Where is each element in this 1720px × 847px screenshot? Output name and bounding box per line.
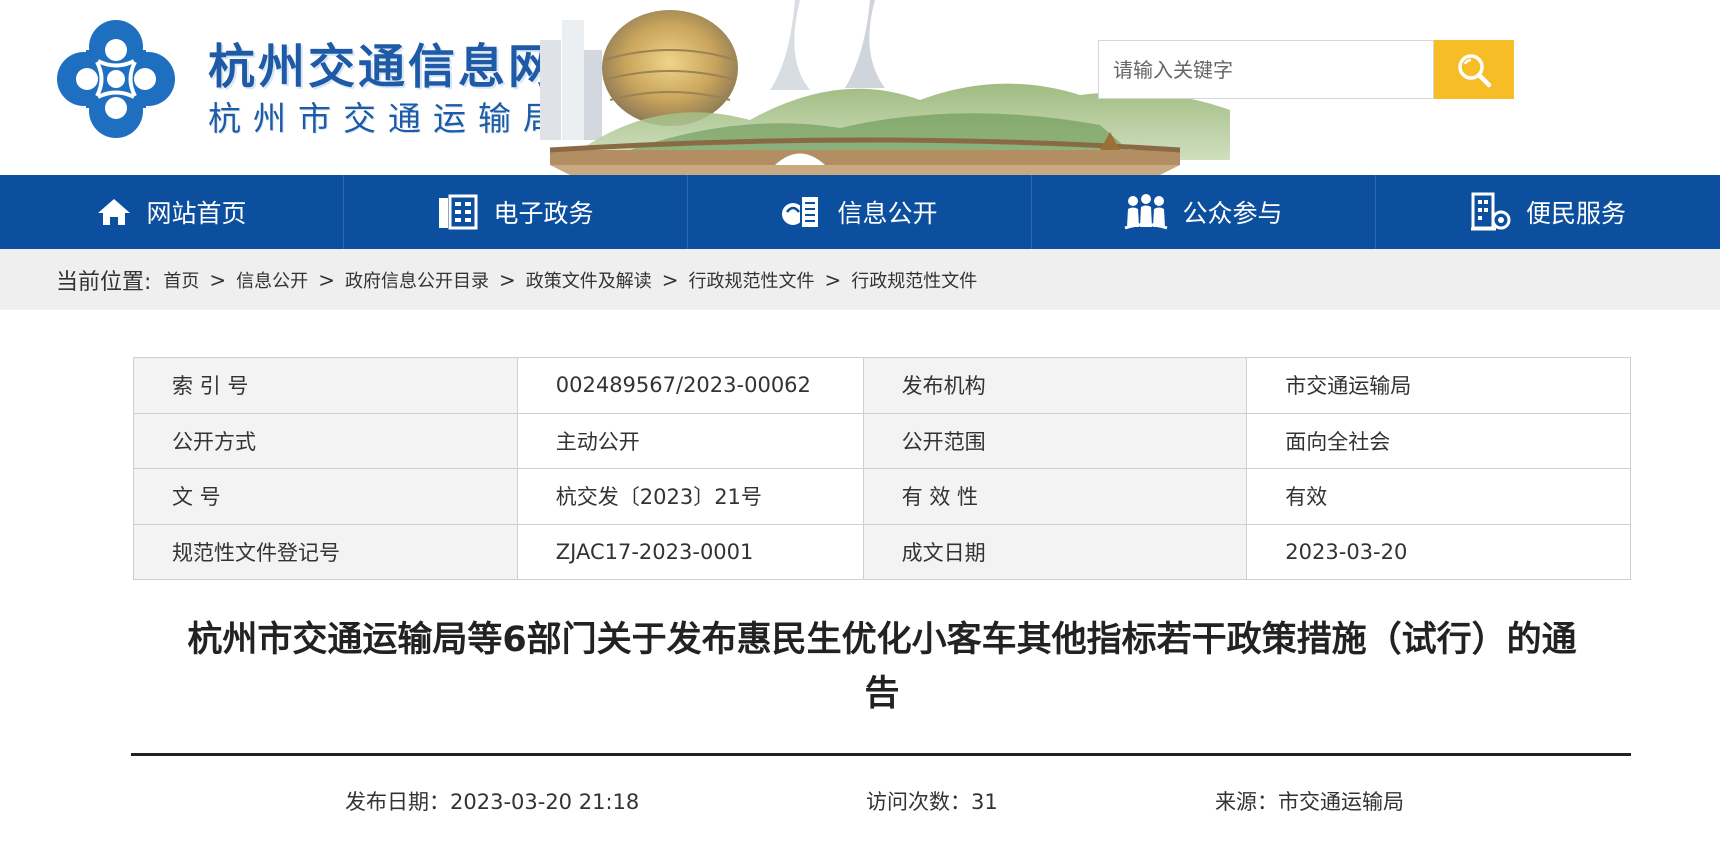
building-icon [439,194,478,230]
breadcrumb-link-policy-documents[interactable]: 政策文件及解读 [526,267,652,293]
meta-value-document-number: 杭交发〔2023〕21号 [516,468,864,525]
service-icon [1470,192,1511,231]
table-row: 文 号 杭交发〔2023〕21号 有 效 性 有效 [133,468,1631,525]
search-input[interactable] [1099,41,1435,98]
site-logo-icon[interactable] [56,20,176,138]
meta-key-written-date: 成文日期 [862,523,1248,580]
table-row: 索 引 号 002489567/2023-00062 发布机构 市交通运输局 [133,357,1631,414]
nav-label: 信息公开 [837,199,938,228]
document-icon [782,195,821,229]
table-row: 公开方式 主动公开 公开范围 面向全社会 [133,412,1631,469]
breadcrumb-link-home[interactable]: 首页 [163,267,199,293]
meta-key-registration-number: 规范性文件登记号 [133,523,518,580]
title-divider [131,753,1631,756]
breadcrumb-separator: > [498,267,516,292]
nav-item-info-disclosure[interactable]: 信息公开 [688,175,1032,249]
meta-key-document-number: 文 号 [133,468,518,525]
breadcrumb-separator: > [318,267,335,292]
meta-value-index-number: 002489567/2023-00062 [516,357,864,414]
breadcrumb-link-info-disclosure[interactable]: 信息公开 [236,267,308,293]
search-box [1098,40,1435,99]
breadcrumb-label: 当前位置: [56,269,152,295]
breadcrumb-link-normative-documents[interactable]: 行政规范性文件 [688,267,814,293]
nav-item-public-service[interactable]: 便民服务 [1376,175,1720,249]
breadcrumb-separator: > [661,267,679,292]
meta-value-disclosure-method: 主动公开 [516,412,864,469]
table-row: 规范性文件登记号 ZJAC17-2023-0001 成文日期 2023-03-2… [133,523,1631,580]
breadcrumb-bar: 当前位置: 首页 > 信息公开 > 政府信息公开目录 > 政策文件及解读 > 行… [0,249,1720,310]
meta-key-validity: 有 效 性 [862,468,1248,525]
breadcrumb-link-disclosure-catalog[interactable]: 政府信息公开目录 [345,267,489,293]
meta-key-disclosure-scope: 公开范围 [862,412,1248,469]
people-icon [1125,194,1168,230]
document-metadata-table: 索 引 号 002489567/2023-00062 发布机构 市交通运输局 公… [133,357,1631,580]
article-source: 来源：市交通运输局 [1215,790,1404,814]
search-icon [1458,53,1492,87]
article-title: 杭州市交通运输局等6部门关于发布惠民生优化小客车其他指标若干政策措施（试行）的通… [187,620,1577,714]
meta-value-publisher: 市交通运输局 [1246,357,1631,414]
breadcrumb-separator: > [824,267,842,292]
meta-key-publisher: 发布机构 [862,357,1248,414]
meta-key-index-number: 索 引 号 [133,357,518,414]
nav-label: 便民服务 [1525,199,1626,228]
main-nav: 网站首页 电子政务 信息公开 公众参与 便民服务 [0,175,1720,249]
nav-item-public-participation[interactable]: 公众参与 [1032,175,1376,249]
nav-label: 公众参与 [1182,199,1283,228]
meta-key-disclosure-method: 公开方式 [133,412,518,469]
site-subtitle: 杭州市交通运输局 [208,99,568,138]
meta-value-validity: 有效 [1246,468,1631,525]
meta-value-written-date: 2023-03-20 [1246,523,1631,580]
breadcrumb-separator: > [209,267,227,292]
meta-value-disclosure-scope: 面向全社会 [1246,412,1631,469]
breadcrumb: 当前位置: 首页 > 信息公开 > 政府信息公开目录 > 政策文件及解读 > 行… [56,249,977,310]
visit-count: 访问次数：31 [866,790,998,814]
site-title: 杭州交通信息网 [208,40,558,95]
site-header: 杭州交通信息网 杭州市交通运输局 [0,0,1720,175]
search-button[interactable] [1434,40,1514,99]
nav-item-e-government[interactable]: 电子政务 [344,175,688,249]
breadcrumb-link-current[interactable]: 行政规范性文件 [851,267,977,293]
nav-item-home[interactable]: 网站首页 [0,175,344,249]
nav-label: 网站首页 [146,199,247,228]
publish-date: 发布日期：2023-03-20 21:18 [345,790,640,814]
home-icon [98,199,131,225]
meta-value-registration-number: ZJAC17-2023-0001 [516,523,864,580]
nav-label: 电子政务 [493,199,594,228]
